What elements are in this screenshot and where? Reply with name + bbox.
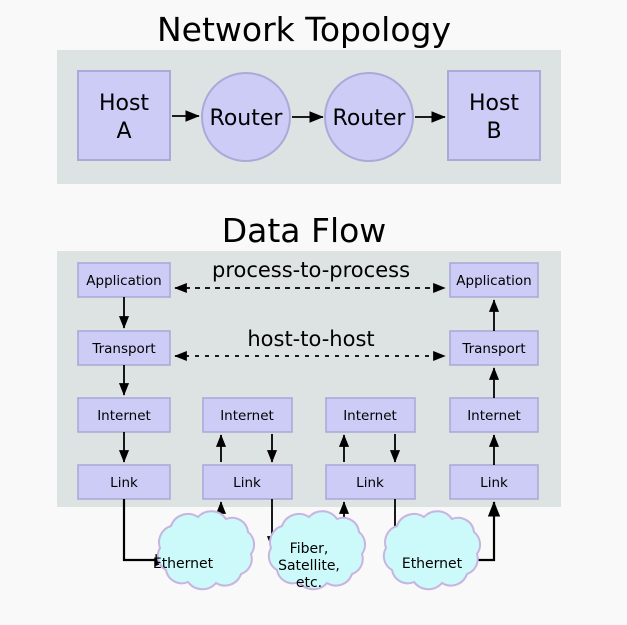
col4-application[interactable]: Application — [449, 262, 539, 298]
col1-application-label: Application — [86, 273, 161, 289]
col2-link-label: Link — [233, 475, 261, 491]
col4-transport-label: Transport — [461, 341, 525, 357]
col3-internet[interactable]: Internet — [325, 397, 416, 433]
col4-application-label: Application — [456, 273, 531, 289]
col1-transport-label: Transport — [91, 341, 155, 357]
col4-internet-label: Internet — [467, 408, 521, 424]
router-2-label: Router — [333, 106, 407, 131]
network-diagram-svg: Network Topology Host A Router Router Ho… — [0, 0, 627, 625]
cloud-ethernet-right-shape[interactable] — [382, 510, 482, 591]
host-b-label-line2: B — [486, 119, 501, 144]
col4-internet[interactable]: Internet — [449, 397, 539, 433]
col4-link[interactable]: Link — [449, 464, 539, 500]
flow-label-process-to-process: process-to-process — [212, 258, 410, 282]
host-b-label-line1: Host — [469, 91, 519, 116]
col1-link-label: Link — [110, 475, 138, 491]
node-host-b[interactable]: Host B — [447, 70, 541, 161]
host-a-label-line2: A — [116, 119, 131, 144]
cloud-fiber-label-line1: Fiber, — [290, 541, 329, 557]
cloud-fiber-label-line3: etc. — [296, 575, 322, 591]
router-1-label: Router — [210, 106, 284, 131]
node-host-a[interactable]: Host A — [77, 70, 171, 161]
col4-transport[interactable]: Transport — [449, 330, 539, 366]
cloud-ethernet-right-label: Ethernet — [402, 556, 463, 572]
cloud-fiber-label-line2: Satellite, — [278, 558, 340, 574]
col4-link-label: Link — [480, 475, 508, 491]
section-title-network-topology: Network Topology — [157, 10, 451, 49]
col2-internet-label: Internet — [220, 408, 274, 424]
host-a-label-line1: Host — [99, 91, 149, 116]
col2-link[interactable]: Link — [202, 464, 293, 500]
node-router-1[interactable]: Router — [201, 72, 291, 162]
cloud-ethernet-right[interactable]: Ethernet — [382, 510, 482, 591]
col2-internet[interactable]: Internet — [202, 397, 293, 433]
col3-link[interactable]: Link — [325, 464, 416, 500]
cloud-ethernet-left-label: Ethernet — [153, 556, 214, 572]
col1-transport[interactable]: Transport — [77, 330, 171, 366]
node-router-2[interactable]: Router — [324, 72, 414, 162]
col3-link-label: Link — [356, 475, 384, 491]
col1-link[interactable]: Link — [77, 464, 171, 500]
flow-label-host-to-host: host-to-host — [247, 327, 374, 351]
diagram-canvas: Network Topology Host A Router Router Ho… — [0, 0, 627, 625]
col3-internet-label: Internet — [343, 408, 397, 424]
cloud-ethernet-left-shape[interactable] — [156, 510, 256, 591]
col1-internet-label: Internet — [97, 408, 151, 424]
col1-application[interactable]: Application — [77, 262, 171, 298]
col1-internet[interactable]: Internet — [77, 397, 171, 433]
section-title-data-flow: Data Flow — [222, 211, 387, 250]
